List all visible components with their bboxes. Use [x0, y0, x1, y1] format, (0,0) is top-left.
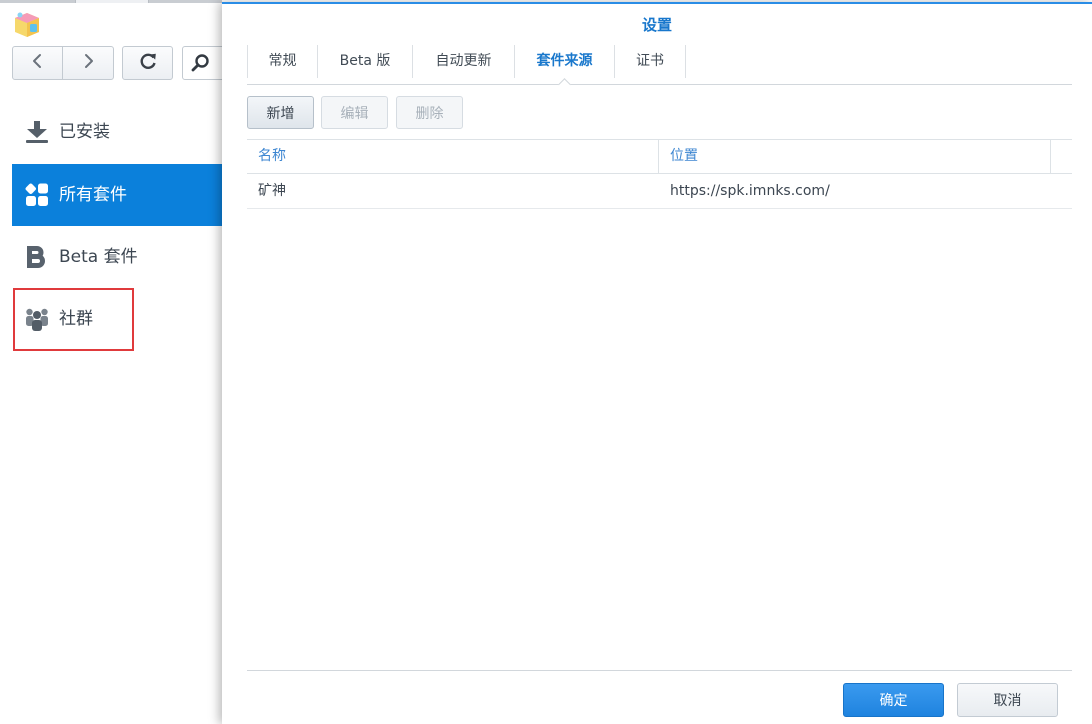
tab-bar: 常规 Beta 版 自动更新 套件来源 证书: [247, 45, 686, 78]
window-top-strip: [0, 0, 222, 3]
refresh-icon: [138, 51, 158, 75]
back-button[interactable]: [12, 46, 63, 80]
tab-general[interactable]: 常规: [248, 45, 318, 78]
source-location-cell: https://spk.imnks.com/: [670, 183, 830, 199]
sidebar-item-label: 所有套件: [59, 185, 127, 205]
highlight-box: [13, 288, 134, 351]
chevron-right-icon: [78, 51, 98, 75]
package-center-window: 已安装 所有套件 Beta 套件 社群: [0, 0, 262, 724]
ok-button[interactable]: 确定: [843, 683, 944, 717]
tab-divider: [247, 84, 1072, 85]
active-tab-indicator: [558, 78, 571, 91]
column-header-spacer: [1051, 140, 1072, 173]
sidebar-item-installed[interactable]: 已安装: [12, 101, 222, 163]
tab-package-sources[interactable]: 套件来源: [515, 45, 615, 78]
download-icon: [24, 119, 50, 145]
grid-icon: [24, 182, 50, 208]
settings-dialog: 设置 常规 Beta 版 自动更新 套件来源 证书 新增 编辑 删除 名称 位置…: [222, 2, 1092, 724]
search-icon: [190, 53, 210, 73]
refresh-button[interactable]: [122, 46, 173, 80]
tab-beta[interactable]: Beta 版: [318, 45, 413, 78]
sidebar-item-label: Beta 套件: [59, 247, 138, 267]
edit-button[interactable]: 编辑: [321, 96, 388, 129]
chevron-left-icon: [28, 51, 48, 75]
dialog-title: 设置: [641, 16, 672, 34]
delete-button[interactable]: 删除: [396, 96, 463, 129]
package-source-table: 名称 位置 矿神 https://spk.imnks.com/: [247, 139, 1072, 209]
tab-auto-update[interactable]: 自动更新: [413, 45, 515, 78]
cancel-button[interactable]: 取消: [957, 683, 1058, 717]
add-button[interactable]: 新增: [247, 96, 314, 129]
footer-divider: [247, 670, 1072, 671]
column-header-name[interactable]: 名称: [247, 140, 659, 173]
tab-certificate[interactable]: 证书: [615, 45, 686, 78]
forward-button[interactable]: [62, 46, 114, 80]
beta-icon: [24, 244, 50, 270]
table-header: 名称 位置: [247, 140, 1072, 174]
source-name-cell: 矿神: [258, 183, 286, 199]
package-center-icon: [13, 10, 41, 38]
table-row[interactable]: 矿神 https://spk.imnks.com/: [247, 174, 1072, 209]
sidebar-item-label: 已安装: [59, 122, 110, 142]
column-header-location[interactable]: 位置: [659, 140, 1051, 173]
sidebar-item-all-packages[interactable]: 所有套件: [12, 164, 222, 226]
sidebar-item-beta-packages[interactable]: Beta 套件: [12, 226, 222, 288]
